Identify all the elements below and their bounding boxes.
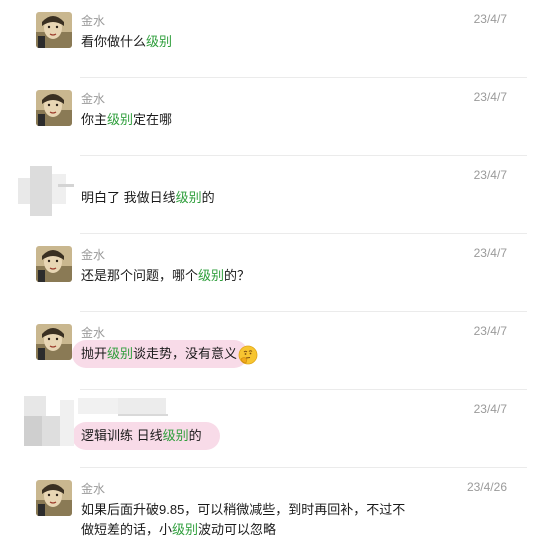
sender-name: 金水 xyxy=(81,482,106,496)
message-date: 23/4/7 xyxy=(473,402,507,416)
message-text: 如果后面升破9.85，可以稍微减些，到时再回补，不过不 做短差的话，小级别波动可… xyxy=(81,500,405,540)
keyword-link[interactable]: 级别 xyxy=(176,190,202,205)
avatar[interactable] xyxy=(36,246,72,282)
keyword-link[interactable]: 级别 xyxy=(163,428,189,443)
chat-message: 金水 23/4/7 看你做什么级别 xyxy=(0,0,537,78)
message-date: 23/4/7 xyxy=(473,246,507,260)
message-line: 做短差的话，小级别波动可以忽略 xyxy=(81,522,277,537)
sender-name: 金水 xyxy=(81,14,106,28)
message-date: 23/4/7 xyxy=(473,168,507,182)
portrait-avatar-icon xyxy=(36,324,72,360)
portrait-avatar-icon xyxy=(36,480,72,516)
keyword-link[interactable]: 级别 xyxy=(146,34,172,49)
chat-message: 金水 23/4/7 抛开级别谈走势，没有意义 xyxy=(0,312,537,390)
message-date: 23/4/7 xyxy=(473,324,507,338)
avatar[interactable] xyxy=(36,12,72,48)
portrait-avatar-icon xyxy=(36,90,72,126)
portrait-avatar-icon xyxy=(36,246,72,282)
message-line: 如果后面升破9.85，可以稍微减些，到时再回补，不过不 xyxy=(81,502,406,517)
sender-name-blurred xyxy=(118,398,166,414)
message-date: 23/4/26 xyxy=(466,480,507,494)
chat-message: 金水 23/4/7 你主级别定在哪 xyxy=(0,78,537,156)
avatar[interactable] xyxy=(18,160,74,216)
sender-name: 金水 xyxy=(81,92,106,106)
keyword-link[interactable]: 级别 xyxy=(172,522,198,537)
chat-message: 23/4/7 逻辑训练 日线级别的 xyxy=(0,390,537,468)
message-text: 你主级别定在哪 xyxy=(81,112,173,127)
message-text: 抛开级别谈走势，没有意义 xyxy=(81,344,258,365)
keyword-link[interactable]: 级别 xyxy=(107,112,133,127)
sender-name-blurred xyxy=(78,398,118,414)
keyword-link[interactable]: 级别 xyxy=(107,346,133,361)
chat-message: 23/4/7 明白了 我做日线级别的 xyxy=(0,156,537,234)
chat-message: 金水 23/4/7 还是那个问题，哪个级别的？ xyxy=(0,234,537,312)
portrait-avatar-icon xyxy=(36,12,72,48)
message-date: 23/4/7 xyxy=(473,90,507,104)
message-date: 23/4/7 xyxy=(473,12,507,26)
chat-message: 金水 23/4/26 如果后面升破9.85，可以稍微减些，到时再回补，不过不 做… xyxy=(0,468,537,558)
avatar[interactable] xyxy=(18,394,74,450)
avatar[interactable] xyxy=(36,324,72,360)
sender-name: 金水 xyxy=(81,326,106,340)
avatar[interactable] xyxy=(36,480,72,516)
avatar[interactable] xyxy=(36,90,72,126)
sender-name: 金水 xyxy=(81,248,106,262)
message-text: 逻辑训练 日线级别的 xyxy=(81,428,202,443)
message-text: 看你做什么级别 xyxy=(81,34,173,49)
thinking-face-emoji-icon xyxy=(238,345,258,365)
message-text: 明白了 我做日线级别的 xyxy=(81,190,215,205)
keyword-link[interactable]: 级别 xyxy=(198,268,224,283)
message-text: 还是那个问题，哪个级别的？ xyxy=(81,268,251,283)
